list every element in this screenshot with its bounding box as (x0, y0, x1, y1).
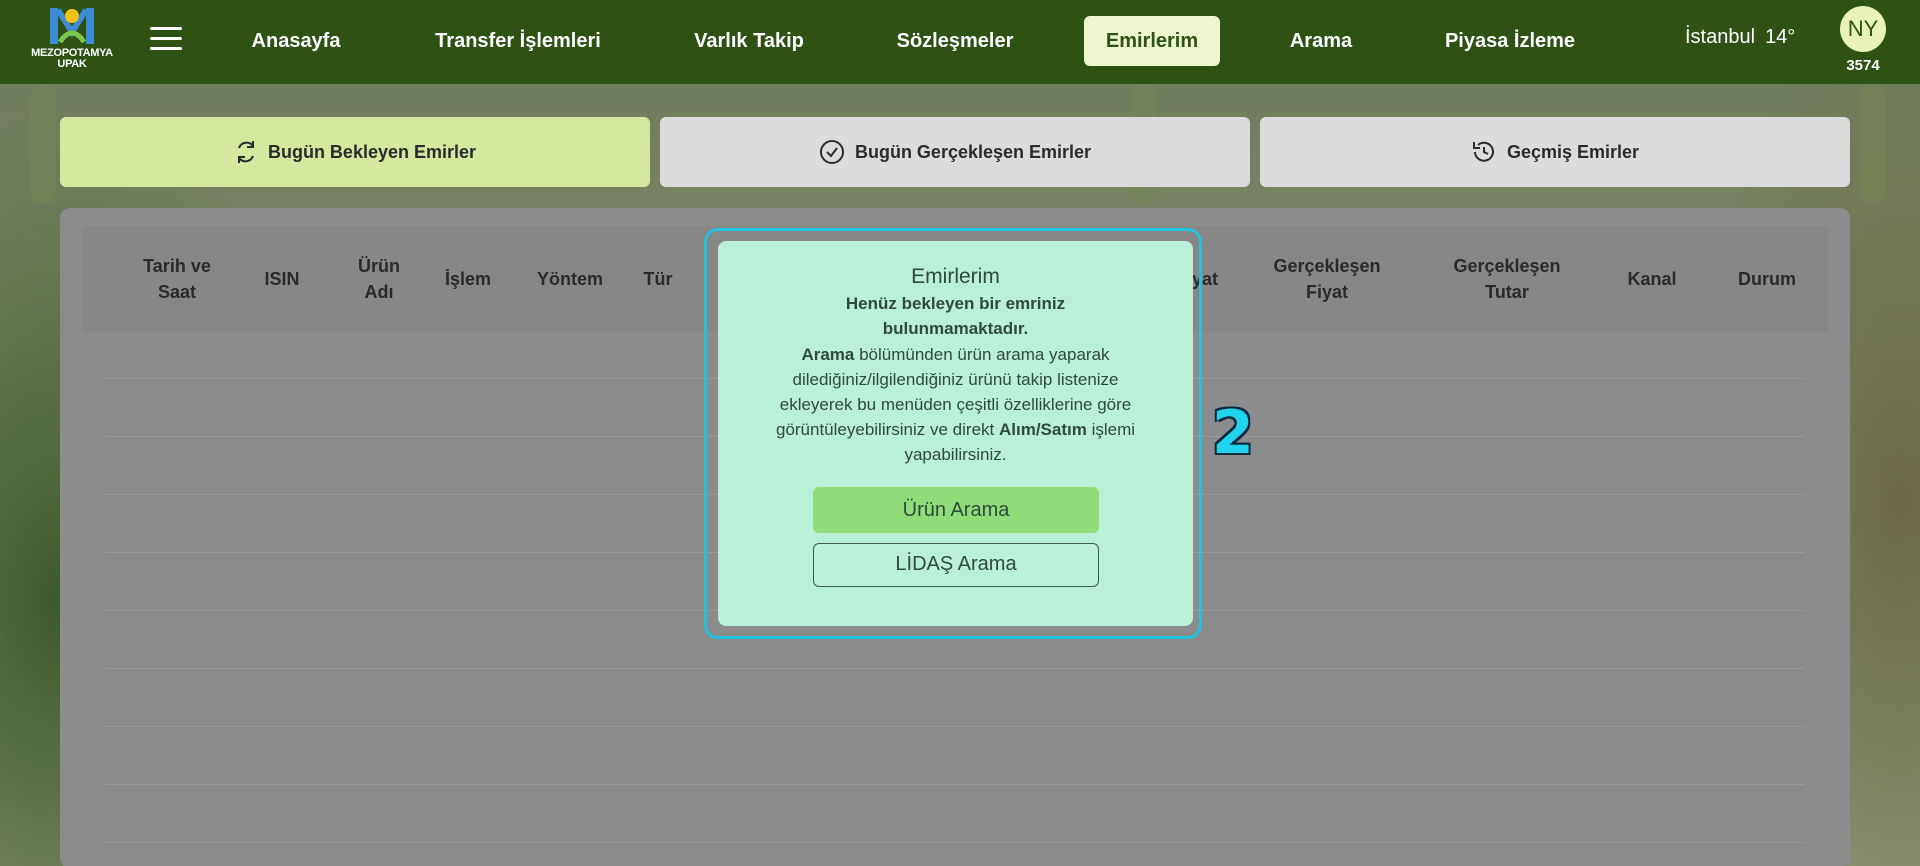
column-header: İşlem (444, 269, 492, 289)
background-decoration (1860, 84, 1886, 204)
logo[interactable]: MEZOPOTAMYA UPAK (22, 2, 122, 74)
weather-temp: 14° (1765, 26, 1796, 48)
nav-item-transfer-islemleri[interactable]: Transfer İşlemleri (420, 16, 616, 66)
column-header: Durum (1738, 269, 1796, 289)
lidas-arama-button[interactable]: LİDAŞ Arama (813, 543, 1099, 587)
tab-bugun-gerceklesen-emirler[interactable]: Bugün Gerçekleşen Emirler (660, 117, 1250, 187)
logo-line-2: UPAK (57, 58, 87, 70)
table-row (105, 784, 1805, 785)
column-header: Kanal (1627, 269, 1677, 289)
logo-icon (50, 8, 94, 44)
nav-item-emirlerim[interactable]: Emirlerim (1084, 16, 1220, 66)
nav-item-piyasa-izleme[interactable]: Piyasa İzleme (1428, 16, 1592, 66)
tab-bugun-bekleyen-emirler[interactable]: Bugün Bekleyen Emirler (60, 117, 650, 187)
dialog-body-bold: Alım/Satım (998, 420, 1087, 439)
table-row (105, 668, 1805, 669)
table-row (105, 726, 1805, 727)
nav-item-sozlesmeler[interactable]: Sözleşmeler (880, 16, 1030, 66)
column-header: Tür (643, 269, 673, 289)
check-circle-icon (819, 140, 844, 164)
table-row (105, 842, 1805, 843)
column-header: Gerçekleşen Fiyat (1273, 256, 1381, 302)
step-number-badge: 2 (1212, 398, 1254, 468)
nav-item-anasayfa[interactable]: Anasayfa (234, 16, 358, 66)
empty-state-dialog: Emirlerim Henüz bekleyen bir emriniz bul… (718, 241, 1193, 626)
urun-arama-button[interactable]: Ürün Arama (813, 487, 1099, 533)
dialog-body: Arama bölümünden ürün arama yaparak dile… (758, 342, 1153, 467)
nav-item-varlik-takip[interactable]: Varlık Takip (678, 16, 820, 66)
refresh-icon (237, 141, 254, 163)
user-number: 3574 (1846, 57, 1880, 74)
history-icon (1472, 141, 1494, 162)
tab-gecmis-emirler[interactable]: Geçmiş Emirler (1260, 117, 1850, 187)
tab-label: Bugün Gerçekleşen Emirler (854, 141, 1092, 162)
column-header: Yöntem (536, 269, 603, 289)
tab-label: Bugün Bekleyen Emirler (267, 141, 477, 162)
logo-text: MEZOPOTAMYA UPAK (22, 48, 122, 70)
nav-item-arama[interactable]: Arama (1276, 16, 1366, 66)
column-header: ISIN (264, 269, 300, 289)
menu-icon[interactable] (150, 27, 182, 51)
avatar[interactable]: NY (1840, 6, 1886, 52)
column-header: Gerçekleşen Tutar (1453, 256, 1561, 302)
column-header: Ürün Adı (358, 256, 400, 302)
weather-widget: İstanbul 14° (1685, 26, 1795, 49)
background-decoration (30, 84, 56, 204)
weather-city: İstanbul (1685, 26, 1756, 48)
dialog-title: Emirlerim (911, 265, 1000, 288)
top-navbar: MEZOPOTAMYA UPAK Anasayfa Transfer İşlem… (0, 0, 1920, 84)
column-header: Tarih ve Saat (143, 256, 211, 302)
dialog-body-bold: Arama (801, 345, 855, 364)
dialog-subtitle: Henüz bekleyen bir emriniz bulunmamaktad… (845, 294, 1066, 338)
tab-label: Geçmiş Emirler (1506, 141, 1640, 162)
